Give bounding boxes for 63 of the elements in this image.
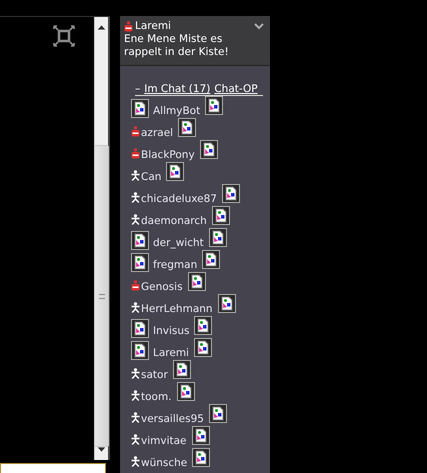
user-name[interactable]: Can bbox=[141, 171, 162, 183]
person-icon bbox=[131, 302, 140, 313]
user-name[interactable]: azrael bbox=[141, 127, 174, 139]
user-name[interactable]: Genosis bbox=[141, 281, 183, 293]
broken-image-icon bbox=[212, 206, 230, 225]
broken-image-icon bbox=[131, 319, 149, 338]
person-icon bbox=[131, 170, 140, 181]
person-icon bbox=[131, 214, 140, 225]
user-name[interactable]: AllmyBot bbox=[153, 105, 200, 117]
broken-image-icon bbox=[131, 341, 149, 360]
person-icon bbox=[131, 456, 140, 467]
broken-image-icon bbox=[131, 99, 149, 118]
blocked-user-icon bbox=[124, 20, 133, 32]
broken-image-icon bbox=[202, 250, 220, 269]
broken-image-icon bbox=[188, 272, 206, 291]
person-icon bbox=[131, 192, 140, 203]
broken-image-icon bbox=[205, 96, 224, 115]
user-name[interactable]: daemonarch bbox=[141, 215, 207, 227]
collapse-toggle[interactable]: – bbox=[135, 83, 140, 95]
user-name[interactable]: BlackPony bbox=[141, 149, 195, 161]
broken-image-icon bbox=[166, 162, 184, 181]
user-name: Laremi bbox=[135, 20, 171, 32]
user-name[interactable]: toom. bbox=[141, 391, 172, 403]
blocked-user-icon bbox=[131, 126, 140, 137]
status-message: Ene Mene Miste es rappelt in der Kiste! bbox=[124, 33, 230, 59]
user-name[interactable]: HerrLehmann bbox=[141, 303, 213, 315]
broken-image-icon bbox=[172, 360, 191, 379]
broken-image-icon bbox=[194, 316, 212, 335]
broken-image-icon bbox=[192, 426, 210, 445]
chevron-down-icon[interactable] bbox=[254, 22, 264, 30]
broken-image-icon bbox=[178, 118, 196, 137]
scrollbar[interactable] bbox=[94, 17, 110, 460]
broken-image-icon bbox=[131, 253, 149, 272]
broken-image-icon bbox=[208, 404, 227, 423]
broken-image-icon bbox=[176, 382, 195, 401]
blocked-user-icon bbox=[131, 148, 140, 159]
broken-image-icon bbox=[200, 140, 218, 159]
user-name[interactable]: wünsche bbox=[141, 457, 188, 469]
group-title[interactable]: Im Chat (17) bbox=[144, 83, 210, 95]
scroll-up-icon[interactable] bbox=[97, 25, 106, 30]
user-name[interactable]: Laremi bbox=[153, 347, 189, 359]
person-icon bbox=[131, 434, 140, 445]
user-name[interactable]: der_wicht bbox=[153, 237, 204, 249]
broken-image-icon bbox=[218, 294, 236, 313]
input-field[interactable] bbox=[0, 463, 106, 473]
blocked-user-icon bbox=[131, 280, 140, 291]
user-name[interactable]: fregman bbox=[153, 259, 198, 271]
user-name[interactable]: vimvitae bbox=[141, 435, 187, 447]
group-role[interactable]: Chat-OP bbox=[214, 83, 258, 95]
broken-image-icon bbox=[194, 338, 212, 357]
scroll-thumb[interactable] bbox=[94, 145, 109, 447]
broken-image-icon bbox=[222, 184, 240, 203]
broken-image-icon bbox=[208, 228, 227, 247]
person-icon bbox=[131, 412, 140, 423]
person-icon bbox=[131, 390, 140, 401]
user-name[interactable]: sator bbox=[141, 369, 168, 381]
broken-image-icon bbox=[192, 448, 210, 467]
broken-image-icon bbox=[131, 231, 149, 250]
person-icon bbox=[131, 368, 140, 379]
user-name[interactable]: versailles95 bbox=[141, 413, 204, 425]
user-name[interactable]: Invisus bbox=[153, 325, 190, 337]
user-name[interactable]: chicadeluxe87 bbox=[141, 193, 217, 205]
fullscreen-icon[interactable] bbox=[53, 25, 75, 47]
